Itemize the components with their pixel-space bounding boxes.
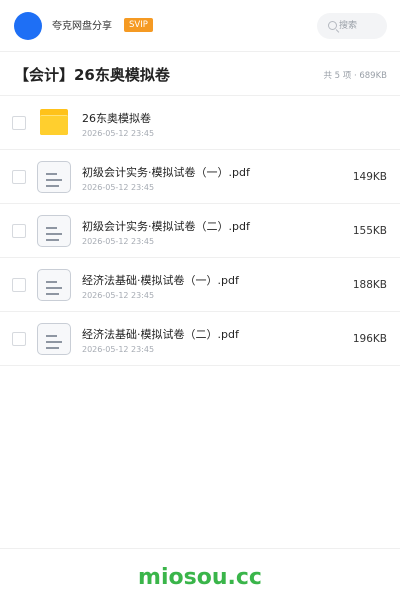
item-name: 经济法基础·模拟试卷（一）.pdf bbox=[82, 274, 239, 287]
item-checkbox[interactable] bbox=[12, 170, 26, 184]
search-input[interactable]: 搜索 bbox=[317, 13, 387, 39]
watermark: miosou.cc bbox=[138, 565, 262, 590]
item-date: 2026-05-12 23:45 bbox=[82, 183, 155, 192]
app-header: 夸克网盘分享 SVIP 搜索 bbox=[0, 0, 400, 52]
item-name: 初级会计实务·模拟试卷（一）.pdf bbox=[82, 166, 250, 179]
list-item-file[interactable]: 初级会计实务·模拟试卷（一）.pdf 2026-05-12 23:45 149K… bbox=[0, 150, 400, 204]
item-date: 2026-05-12 23:45 bbox=[82, 291, 155, 300]
item-name: 初级会计实务·模拟试卷（二）.pdf bbox=[82, 220, 250, 233]
file-list: 26东奥模拟卷 2026-05-12 23:45 初级会计实务·模拟试卷（一）.… bbox=[0, 96, 400, 366]
list-item-file[interactable]: 经济法基础·模拟试卷（一）.pdf 2026-05-12 23:45 188KB bbox=[0, 258, 400, 312]
brand-name: 夸克网盘分享 bbox=[52, 21, 112, 32]
search-placeholder: 搜索 bbox=[339, 21, 358, 31]
document-icon bbox=[37, 269, 71, 301]
document-icon bbox=[37, 323, 71, 355]
document-icon bbox=[37, 215, 71, 247]
item-size: 155KB bbox=[352, 225, 387, 237]
document-icon bbox=[37, 161, 71, 193]
item-name: 26东奥模拟卷 bbox=[82, 112, 151, 125]
item-checkbox[interactable] bbox=[12, 332, 26, 346]
item-checkbox[interactable] bbox=[12, 224, 26, 238]
folder-icon bbox=[40, 109, 68, 135]
footer: miosou.cc bbox=[0, 548, 400, 600]
item-size: 196KB bbox=[352, 333, 387, 345]
list-item-file[interactable]: 初级会计实务·模拟试卷（二）.pdf 2026-05-12 23:45 155K… bbox=[0, 204, 400, 258]
list-item-folder[interactable]: 26东奥模拟卷 2026-05-12 23:45 bbox=[0, 96, 400, 150]
avatar[interactable] bbox=[14, 12, 42, 40]
item-date: 2026-05-12 23:45 bbox=[82, 129, 155, 138]
svip-badge: SVIP bbox=[124, 18, 153, 32]
item-checkbox[interactable] bbox=[12, 116, 26, 130]
item-checkbox[interactable] bbox=[12, 278, 26, 292]
list-item-file[interactable]: 经济法基础·模拟试卷（二）.pdf 2026-05-12 23:45 196KB bbox=[0, 312, 400, 366]
page-title: 【会计】26东奥模拟卷 bbox=[14, 66, 170, 84]
folder-title-bar: 【会计】26东奥模拟卷 共 5 项 · 689KB bbox=[0, 52, 400, 96]
item-date: 2026-05-12 23:45 bbox=[82, 237, 155, 246]
search-icon bbox=[328, 21, 337, 30]
item-name: 经济法基础·模拟试卷（二）.pdf bbox=[82, 328, 239, 341]
item-size: 188KB bbox=[352, 279, 387, 291]
item-size: 149KB bbox=[352, 171, 387, 183]
folder-meta: 共 5 项 · 689KB bbox=[323, 71, 387, 81]
item-date: 2026-05-12 23:45 bbox=[82, 345, 155, 354]
